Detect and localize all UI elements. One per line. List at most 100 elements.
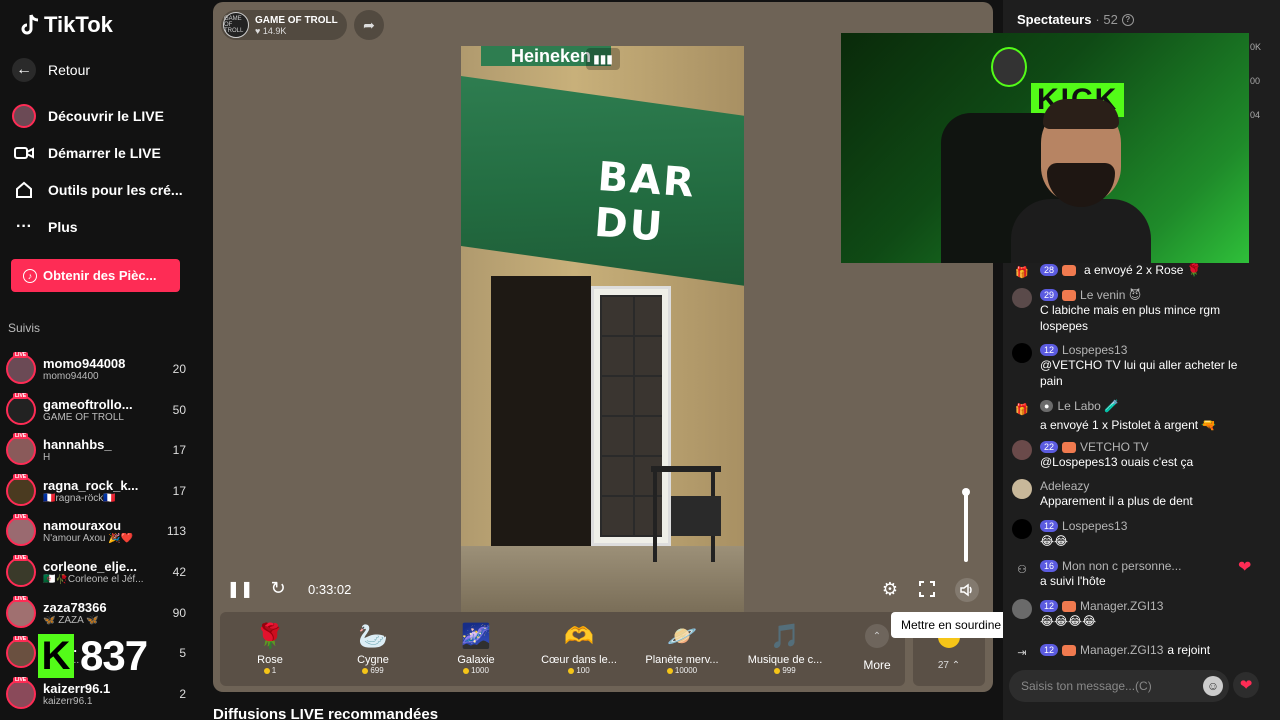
creator-tools-icon: [12, 178, 36, 202]
user-avatar[interactable]: [1012, 519, 1032, 539]
followed-account[interactable]: LIVE ragna_rock_k... 🇫🇷ragna-röck🇫🇷 17: [6, 474, 186, 508]
chat-text: a envoyé 2 x Rose 🌹: [1084, 263, 1202, 277]
fan-badge-icon: [1062, 600, 1077, 612]
account-name: corleone_elje...: [43, 559, 137, 574]
chat-username[interactable]: VETCHO TV: [1080, 440, 1148, 454]
gift-music[interactable]: 🎵 Musique de c... 999: [735, 612, 835, 686]
pause-button[interactable]: ❚❚: [227, 580, 254, 598]
mute-button[interactable]: [955, 578, 979, 602]
heart-icon: ♥: [255, 25, 261, 36]
chat-username[interactable]: Adeleazy: [1040, 479, 1089, 493]
user-avatar[interactable]: [1012, 440, 1032, 460]
nav-label: Découvrir le LIVE: [48, 108, 164, 124]
gift-icon: 🎁: [1015, 266, 1029, 279]
followed-account[interactable]: LIVE kaizerr96.1 kaizerr96.1 2: [6, 677, 186, 711]
edge-label: 04: [1250, 110, 1261, 120]
help-icon[interactable]: ?: [1121, 13, 1134, 26]
like-heart-button[interactable]: ❤: [1233, 672, 1259, 698]
account-nickname: 🇩🇿🥀Corleone el Jéf...: [43, 574, 144, 585]
coin-balance-value: 27: [937, 660, 949, 671]
chat-username[interactable]: Le venin 😈: [1080, 288, 1141, 302]
nav-label: Démarrer le LIVE: [48, 145, 161, 161]
account-nickname: 🦋 ZAZA 🦋: [43, 615, 99, 626]
music-icon: 🎵: [770, 622, 800, 650]
get-coins-button[interactable]: ♪ Obtenir des Pièc...: [11, 259, 180, 292]
tiktok-logo[interactable]: TikTok: [20, 12, 113, 38]
user-avatar[interactable]: [1012, 343, 1032, 363]
live-tag: LIVE: [13, 555, 29, 561]
live-avatar-icon: [12, 104, 36, 128]
user-avatar[interactable]: [1012, 599, 1032, 619]
coin-icon: [666, 667, 673, 674]
video-frame[interactable]: Heineken BAR DU: [461, 46, 744, 612]
fullscreen-button[interactable]: [917, 579, 937, 599]
gift-price: 100: [529, 666, 629, 675]
streamer-webcam: KICK: [841, 33, 1249, 263]
gift-planet[interactable]: 🪐 Planète merv... 10000: [632, 612, 732, 686]
level-badge: 12: [1040, 644, 1059, 656]
viewer-count: 90: [172, 606, 186, 620]
chat-message: Adeleazy Apparement il a plus de dent: [1012, 479, 1262, 509]
gift-icon: 🎁: [1015, 403, 1029, 416]
chat-message: 22 VETCHO TV @Lospepes13 ouais c'est ça: [1012, 440, 1262, 470]
coin-icon: [774, 667, 781, 674]
settings-button[interactable]: ⚙: [880, 579, 900, 599]
chat-username[interactable]: Lospepes13: [1062, 519, 1127, 533]
level-badge: 29: [1040, 289, 1059, 301]
user-avatar[interactable]: [1012, 479, 1032, 499]
gift-rose[interactable]: 🌹 Rose 1: [220, 612, 320, 686]
avatar: LIVE: [6, 636, 36, 668]
live-tag: LIVE: [13, 352, 29, 358]
chat-username[interactable]: Le Labo 🧪: [1057, 399, 1119, 413]
fan-badge-icon: [1062, 441, 1077, 453]
chat-username[interactable]: Mon non c personne...: [1062, 559, 1181, 573]
chevron-up-icon: ⌃: [951, 660, 961, 671]
gift-price-value: 1000: [471, 666, 489, 675]
followed-account[interactable]: LIVE hannahbs_ H 17: [6, 433, 186, 467]
viewer-count: 17: [172, 484, 186, 498]
chat-username[interactable]: Lospepes13: [1062, 343, 1127, 357]
nav-creator-tools[interactable]: Outils pour les cré...: [12, 178, 183, 202]
chat-text: @VETCHO TV lui qui aller acheter le pain: [1040, 358, 1238, 388]
account-name: hannahbs_: [43, 437, 112, 452]
gift-heart-hands[interactable]: 🫶 Cœur dans le... 100: [529, 612, 629, 686]
heart-icon: ❤: [1238, 559, 1252, 576]
logo-text: TikTok: [44, 12, 113, 37]
viewers-header[interactable]: Spectateurs · 52 ?: [1017, 12, 1134, 27]
volume-slider-knob[interactable]: [962, 488, 970, 496]
gift-swan[interactable]: 🦢 Cygne 699: [323, 612, 423, 686]
volume-slider[interactable]: [964, 492, 968, 562]
chat-username[interactable]: Manager.ZGI13: [1080, 643, 1163, 657]
gift-price-value: 100: [576, 666, 590, 675]
nav-start-live[interactable]: Démarrer le LIVE: [12, 141, 161, 165]
rose-icon: 🌹: [255, 622, 285, 650]
followed-account[interactable]: LIVE gameoftrollo... GAME OF TROLL 50: [6, 393, 186, 427]
followed-account[interactable]: LIVE namouraxou N'amour Axou 🎉❤️ 113: [6, 514, 186, 548]
account-nickname: 🇫🇷ragna-röck🇫🇷: [43, 493, 116, 504]
nav-discover-live[interactable]: Découvrir le LIVE: [12, 104, 164, 128]
refresh-button[interactable]: ↻: [268, 578, 288, 598]
followed-account[interactable]: LIVE zaza78366 🦋 ZAZA 🦋 90: [6, 596, 186, 630]
nav-more[interactable]: ··· Plus: [12, 215, 78, 239]
chat-text: a suivi l'hôte: [1040, 574, 1106, 588]
followed-account[interactable]: LIVE corleone_elje... 🇩🇿🥀Corleone el Jéf.…: [6, 555, 186, 589]
back-link[interactable]: ← Retour: [12, 58, 90, 82]
account-nickname: GAME OF TROLL: [43, 412, 124, 423]
more-label: More: [863, 658, 891, 672]
emoji-icon[interactable]: ☺: [1203, 676, 1223, 696]
live-tag: LIVE: [13, 393, 29, 399]
chat-text: Apparement il a plus de dent: [1040, 494, 1193, 508]
viewer-count: 113: [166, 524, 186, 538]
host-info[interactable]: GAME OF TROLL GAME OF TROLL ♥ 14.9K: [221, 10, 347, 40]
planet-icon: 🪐: [667, 622, 697, 650]
user-avatar[interactable]: [1012, 288, 1032, 308]
followed-account[interactable]: LIVE momo944008 momo94400 20: [6, 352, 186, 386]
chat-input[interactable]: Saisis ton message...(C) ☺: [1009, 670, 1229, 702]
chat-text: a rejoint: [1167, 643, 1211, 657]
chat-username[interactable]: Manager.ZGI13: [1080, 599, 1163, 613]
coin-icon: [263, 667, 270, 674]
share-button[interactable]: ➦: [354, 10, 384, 40]
gift-galaxy[interactable]: 🌌 Galaxie 1000: [426, 612, 526, 686]
speaker-icon: [960, 583, 972, 597]
avatar: LIVE: [6, 596, 36, 628]
